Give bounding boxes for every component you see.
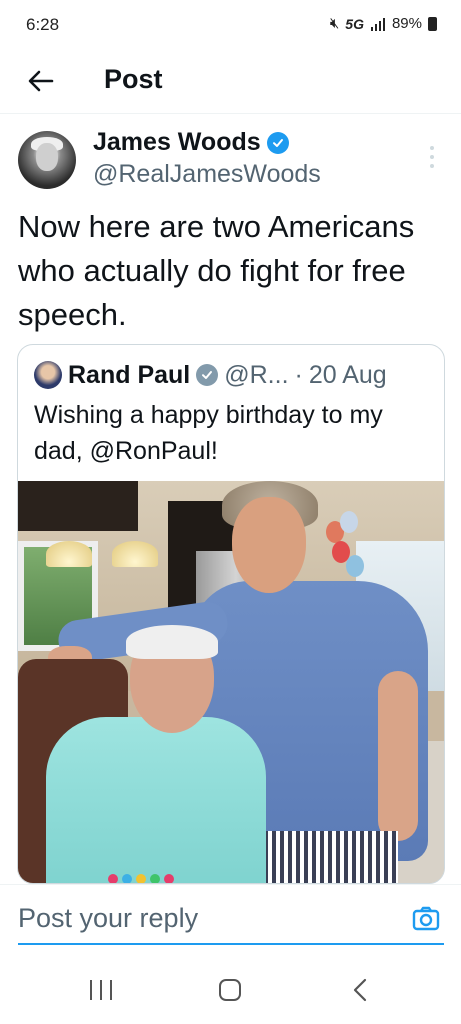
government-verified-icon [196, 364, 219, 386]
verified-badge-icon [266, 131, 289, 154]
post-text: Now here are two Americans who actually … [18, 209, 415, 332]
quoted-avatar [34, 361, 62, 389]
quoted-author-name: Rand Paul [68, 360, 191, 389]
quoted-post-photo[interactable] [18, 481, 444, 883]
quoted-post-date: 20 Aug [308, 360, 387, 389]
separator-dot: · [294, 360, 303, 389]
quoted-author-handle: @R... [224, 360, 289, 389]
signal-icon [370, 17, 385, 31]
network-label: 5G [345, 15, 364, 32]
battery-icon [428, 16, 437, 31]
camera-icon[interactable] [412, 905, 440, 933]
quoted-post-text: Wishing a happy birthday to my dad, @Ron… [34, 401, 383, 465]
reply-placeholder: Post your reply [18, 903, 199, 933]
nav-back-icon[interactable] [352, 978, 368, 1002]
home-icon[interactable] [219, 979, 241, 1001]
reply-input[interactable]: Post your reply [18, 899, 444, 945]
status-bar: 6:28 🔇︎ 5G 89% [0, 0, 461, 52]
author-name[interactable]: James Woods [93, 128, 261, 157]
author-avatar[interactable] [18, 131, 76, 189]
page-title: Post [104, 64, 163, 94]
back-arrow-icon[interactable] [26, 66, 56, 96]
author-handle[interactable]: @RealJamesWoods [93, 160, 321, 189]
author-name-row[interactable]: James Woods [93, 128, 289, 157]
status-icons: 🔇︎ 5G 89% [330, 15, 437, 32]
battery-percent: 89% [391, 15, 422, 32]
more-options-icon[interactable] [429, 146, 435, 168]
top-bar: Post [0, 52, 461, 114]
quoted-post-header: Rand Paul @R... · 20 Aug [34, 359, 432, 391]
status-time: 6:28 [26, 15, 60, 34]
mute-icon: 🔇︎ [329, 15, 340, 32]
reply-bar: Post your reply [0, 884, 461, 950]
quoted-post[interactable]: Rand Paul @R... · 20 Aug Wishing a happy… [17, 344, 445, 884]
system-nav-bar [0, 950, 461, 1024]
recent-apps-icon[interactable] [90, 980, 112, 1000]
post-author: James Woods @RealJamesWoods [0, 128, 461, 194]
